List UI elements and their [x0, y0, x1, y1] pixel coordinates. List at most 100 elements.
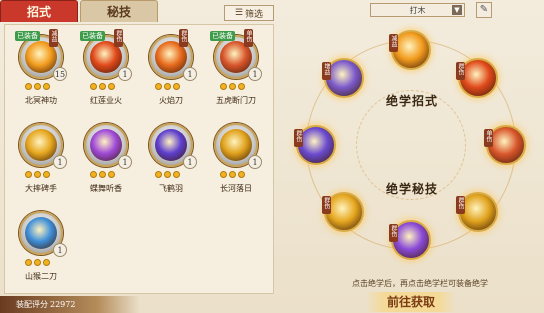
- equip-panel: 打木 ▼ ✎ 绝学招式 绝学秘技 减益 群伤 单伤 群伤 群伤 群伤 群伤 增益 点击绝学后，…: [278, 0, 544, 313]
- skill-name: 山猴二刀: [25, 272, 57, 281]
- equip-score: 装配评分 22972: [0, 296, 140, 313]
- star-dot: [108, 83, 115, 90]
- skill-name: 蝶舞听香: [90, 184, 122, 193]
- slot-category-tag: 单伤: [484, 129, 493, 147]
- skill-name: 北冥神功: [25, 96, 57, 105]
- chevron-down-icon: ▼: [452, 5, 462, 15]
- skill-level: 1: [183, 67, 197, 81]
- preset-value: 打木: [409, 5, 426, 15]
- go-get-button[interactable]: 前往获取: [366, 292, 456, 312]
- filter-button[interactable]: ☰ 筛选: [224, 5, 274, 21]
- star-dot: [229, 83, 236, 90]
- equip-slot[interactable]: 群伤: [294, 125, 336, 165]
- skill-card[interactable]: 群伤 1 火焰刀: [141, 29, 201, 111]
- equip-slot[interactable]: 增益: [321, 57, 364, 98]
- filter-label: 筛选: [245, 9, 264, 20]
- skill-level: 1: [118, 155, 132, 169]
- skill-name: 长河落日: [220, 184, 252, 193]
- star-dots: [25, 259, 50, 266]
- slot-category-tag: 群伤: [321, 196, 331, 215]
- equip-slot[interactable]: 减益: [389, 30, 431, 70]
- skill-card[interactable]: 1 飞鹤羽: [141, 117, 201, 199]
- skill-name: 五虎断门刀: [216, 96, 256, 105]
- equip-slot[interactable]: 群伤: [456, 57, 499, 98]
- star-dot: [238, 83, 245, 90]
- star-dot: [220, 171, 227, 178]
- category-tag: 单伤: [244, 29, 253, 47]
- score-label: 装配评分: [16, 300, 48, 309]
- edit-brush-icon[interactable]: ✎: [476, 2, 492, 18]
- tab-moves[interactable]: 招式: [0, 0, 78, 22]
- star-dot: [25, 83, 32, 90]
- star-dots: [25, 83, 50, 90]
- skill-list-panel: 招式 秘技 ☰ 筛选 已装备 减益 15 北冥神功 已装备 群伤 1 红莲业火 群伤 1 火焰刀 已装…: [0, 0, 274, 313]
- category-tag: 减益: [49, 29, 58, 47]
- wheel-title-top: 绝学招式: [386, 94, 439, 108]
- star-dot: [90, 171, 97, 178]
- star-dots: [155, 83, 180, 90]
- skill-level: 1: [183, 155, 197, 169]
- star-dot: [43, 83, 50, 90]
- star-dot: [90, 83, 97, 90]
- skill-card[interactable]: 1 长河落日: [206, 117, 266, 199]
- skill-level: 15: [53, 67, 67, 81]
- skill-card[interactable]: 已装备 群伤 1 红莲业火: [76, 29, 136, 111]
- skill-card[interactable]: 1 山猴二刀: [11, 205, 71, 287]
- slot-category-tag: 群伤: [456, 196, 466, 215]
- skill-card[interactable]: 已装备 单伤 1 五虎断门刀: [206, 29, 266, 111]
- skill-level: 1: [53, 155, 67, 169]
- star-dots: [25, 171, 50, 178]
- score-value: 22972: [50, 300, 76, 309]
- star-dot: [173, 83, 180, 90]
- skill-card[interactable]: 1 蝶舞听香: [76, 117, 136, 199]
- slot-category-tag: 减益: [389, 34, 398, 52]
- star-dot: [238, 171, 245, 178]
- filter-icon: ☰: [234, 8, 244, 18]
- star-dots: [90, 83, 115, 90]
- star-dot: [43, 171, 50, 178]
- skill-card[interactable]: 已装备 减益 15 北冥神功: [11, 29, 71, 111]
- wheel-title-bottom: 绝学秘技: [386, 182, 439, 196]
- star-dot: [155, 83, 162, 90]
- equip-slot[interactable]: 群伤: [389, 220, 431, 260]
- equipped-badge: 已装备: [15, 31, 40, 41]
- star-dot: [173, 171, 180, 178]
- skill-card[interactable]: 1 大摔碑手: [11, 117, 71, 199]
- star-dot: [108, 171, 115, 178]
- skill-level: 1: [53, 243, 67, 257]
- star-dots: [220, 171, 245, 178]
- star-dot: [25, 259, 32, 266]
- equipped-badge: 已装备: [210, 31, 235, 41]
- equip-slot[interactable]: 群伤: [456, 192, 499, 233]
- skill-name: 红莲业火: [90, 96, 122, 105]
- equip-wheel: 绝学招式 绝学秘技 减益 群伤 单伤 群伤 群伤 群伤 群伤 增益: [278, 20, 544, 270]
- category-tag: 群伤: [114, 29, 123, 47]
- star-dot: [99, 171, 106, 178]
- skill-name: 飞鹤羽: [159, 184, 183, 193]
- star-dot: [43, 259, 50, 266]
- category-tag: 群伤: [179, 29, 188, 47]
- hint-text: 点击绝学后，再点击绝学栏可装备绝学: [352, 279, 488, 288]
- skill-name: 火焰刀: [159, 96, 183, 105]
- star-dot: [220, 83, 227, 90]
- star-dots: [155, 171, 180, 178]
- star-dots: [220, 83, 245, 90]
- skill-level: 1: [248, 155, 262, 169]
- tab-bar: 招式 秘技: [0, 0, 160, 22]
- skill-level: 1: [118, 67, 132, 81]
- slot-category-tag: 群伤: [294, 129, 303, 147]
- equip-slot[interactable]: 群伤: [321, 192, 364, 233]
- star-dot: [34, 259, 41, 266]
- slot-category-tag: 增益: [321, 61, 331, 80]
- star-dot: [164, 171, 171, 178]
- star-dot: [25, 171, 32, 178]
- star-dot: [229, 171, 236, 178]
- skill-name: 大摔碑手: [25, 184, 57, 193]
- equipped-badge: 已装备: [80, 31, 105, 41]
- star-dot: [34, 83, 41, 90]
- skill-level: 1: [248, 67, 262, 81]
- preset-dropdown[interactable]: 打木 ▼: [370, 3, 465, 17]
- tab-secrets[interactable]: 秘技: [80, 0, 158, 22]
- slot-category-tag: 群伤: [456, 61, 466, 80]
- equip-slot[interactable]: 单伤: [484, 125, 526, 165]
